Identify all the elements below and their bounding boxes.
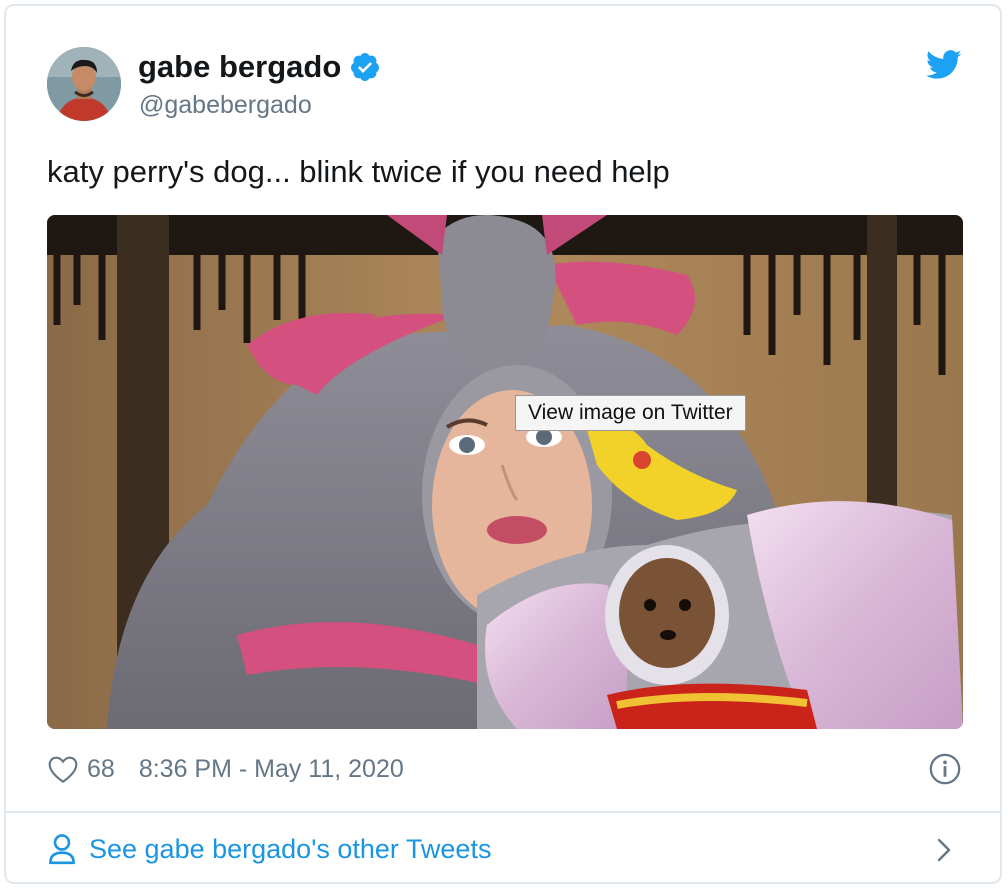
chevron-right-icon[interactable] <box>934 835 954 865</box>
verified-badge-icon <box>349 51 381 83</box>
see-other-tweets-link[interactable]: See gabe bergado's other Tweets <box>47 831 491 867</box>
tweet-timestamp[interactable]: 8:36 PM - May 11, 2020 <box>139 755 404 784</box>
see-other-tweets-label[interactable]: See gabe bergado's other Tweets <box>89 834 491 865</box>
author-name[interactable]: gabe bergado <box>138 48 381 86</box>
tweet-media-image[interactable]: View image on Twitter <box>47 215 963 729</box>
card-divider <box>6 811 1000 813</box>
tweet-text: katy perry's dog... blink twice if you n… <box>47 154 670 189</box>
twitter-bird-icon[interactable] <box>926 50 962 80</box>
view-image-tooltip[interactable]: View image on Twitter <box>515 395 746 431</box>
heart-icon[interactable] <box>47 754 79 784</box>
avatar[interactable] <box>47 47 121 121</box>
info-icon[interactable] <box>928 752 962 786</box>
person-icon <box>49 834 75 865</box>
embedded-tweet-card: gabe bergado @gabebergado katy perry's d… <box>4 4 1002 884</box>
author-name-text[interactable]: gabe bergado <box>138 48 341 86</box>
media-photo <box>47 215 963 729</box>
author-handle[interactable]: @gabebergado <box>139 91 312 120</box>
like-count[interactable]: 68 <box>87 755 115 784</box>
tweet-meta: 68 8:36 PM - May 11, 2020 <box>47 751 404 787</box>
